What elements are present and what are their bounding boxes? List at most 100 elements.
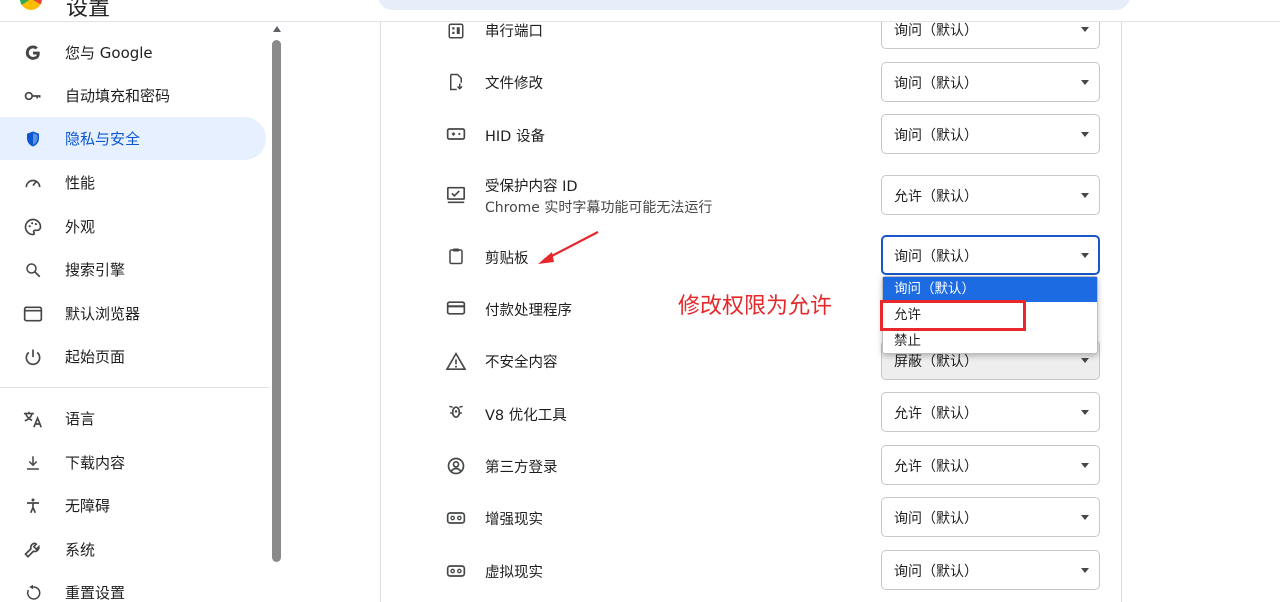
sidebar-item-label: 起始页面 xyxy=(65,348,126,366)
protected-content-icon xyxy=(445,184,467,206)
sidebar-item-performance[interactable]: 性能 xyxy=(0,161,266,204)
sidebar-item-search-engine[interactable]: 搜索引擎 xyxy=(0,248,266,291)
v8-icon xyxy=(445,402,467,424)
sidebar-item-label: 自动填充和密码 xyxy=(65,87,171,105)
translate-icon xyxy=(22,408,44,430)
sidebar-divider xyxy=(0,387,270,388)
gauge-icon xyxy=(22,172,44,194)
permission-label: 文件修改 xyxy=(485,76,543,92)
select-value: 询问（默认） xyxy=(894,511,978,527)
permission-label: 付款处理程序 xyxy=(485,303,572,319)
chevron-down-icon xyxy=(1081,410,1089,415)
permission-label: HID 设备 xyxy=(485,129,545,145)
page-title: 设置 xyxy=(66,0,111,21)
sidebar-item-label: 外观 xyxy=(65,218,96,236)
sidebar-item-downloads[interactable]: 下载内容 xyxy=(0,441,266,484)
permission-label: 虚拟现实 xyxy=(485,565,543,581)
key-icon xyxy=(22,85,44,107)
select-value: 询问（默认） xyxy=(894,76,978,92)
sidebar-item-default-browser[interactable]: 默认浏览器 xyxy=(0,292,266,335)
google-g-icon xyxy=(22,42,44,64)
protected-content-select[interactable]: 允许（默认） xyxy=(881,175,1100,215)
scroll-up-arrow[interactable] xyxy=(273,26,281,32)
chevron-down-icon xyxy=(1081,463,1089,468)
select-value: 允许（默认） xyxy=(894,189,978,205)
download-icon xyxy=(22,452,44,474)
permission-label: 受保护内容 ID xyxy=(485,179,578,195)
sidebar-item-label: 您与 Google xyxy=(65,44,153,62)
sidebar-item-languages[interactable]: 语言 xyxy=(0,397,266,440)
annotation-highlight-box xyxy=(880,300,1026,331)
sidebar-item-system[interactable]: 系统 xyxy=(0,528,266,571)
sidebar-item-autofill[interactable]: 自动填充和密码 xyxy=(0,74,266,117)
settings-search-input[interactable] xyxy=(378,0,1130,10)
chevron-down-icon xyxy=(1081,132,1089,137)
permission-sublabel: Chrome 实时字幕功能可能无法运行 xyxy=(485,200,713,216)
top-bar: 设置 xyxy=(0,0,1280,22)
permission-label: 增强现实 xyxy=(485,512,543,528)
chevron-down-icon xyxy=(1081,27,1089,32)
chevron-down-icon xyxy=(1081,253,1089,258)
select-value: 允许（默认） xyxy=(894,406,978,422)
sidebar-item-label: 无障碍 xyxy=(65,497,111,515)
hid-device-icon xyxy=(445,123,467,145)
sidebar-item-label: 系统 xyxy=(65,541,96,559)
annotation-arrow-icon xyxy=(538,231,599,264)
credit-card-icon xyxy=(445,297,467,319)
select-value: 询问（默认） xyxy=(894,249,978,265)
hid-devices-select[interactable]: 询问（默认） xyxy=(881,114,1100,154)
file-edit-icon xyxy=(445,71,467,93)
clipboard-icon xyxy=(445,245,467,267)
annotation-text: 修改权限为允许 xyxy=(678,294,833,319)
third-party-sign-in-select[interactable]: 允许（默认） xyxy=(881,445,1100,485)
accessibility-icon xyxy=(22,495,44,517)
reset-icon xyxy=(22,582,44,602)
settings-logo-icon xyxy=(20,0,42,10)
wrench-icon xyxy=(22,539,44,561)
permission-label: 第三方登录 xyxy=(485,460,558,476)
sidebar-item-accessibility[interactable]: 无障碍 xyxy=(0,484,266,527)
browser-window-icon xyxy=(22,303,44,325)
sidebar-item-label: 下载内容 xyxy=(65,454,126,472)
sidebar-item-label: 默认浏览器 xyxy=(65,305,141,323)
chevron-down-icon xyxy=(1081,193,1089,198)
select-value: 询问（默认） xyxy=(894,23,978,39)
chevron-down-icon xyxy=(1081,515,1089,520)
sidebar-item-appearance[interactable]: 外观 xyxy=(0,205,266,248)
ar-icon xyxy=(445,507,467,529)
power-icon xyxy=(22,346,44,368)
select-value: 屏蔽（默认） xyxy=(894,354,978,370)
sidebar-item-privacy[interactable]: 隐私与安全 xyxy=(0,117,266,160)
vr-icon xyxy=(445,560,467,582)
sidebar-item-reset[interactable]: 重置设置 xyxy=(0,571,266,602)
serial-port-icon xyxy=(445,20,467,42)
dropdown-option-block[interactable]: 禁止 xyxy=(883,329,1097,354)
sidebar-item-label: 隐私与安全 xyxy=(65,130,141,148)
permission-label: 串行端口 xyxy=(485,24,543,40)
sidebar-item-label: 语言 xyxy=(65,410,96,428)
warning-icon xyxy=(445,350,467,372)
sidebar-item-label: 性能 xyxy=(65,174,96,192)
file-editing-select[interactable]: 询问（默认） xyxy=(881,62,1100,102)
permission-label: 剪贴板 xyxy=(485,251,529,267)
sidebar-item-you-and-google[interactable]: 您与 Google xyxy=(0,31,266,74)
shield-icon xyxy=(22,128,44,150)
sidebar-item-label: 重置设置 xyxy=(65,584,126,602)
select-value: 询问（默认） xyxy=(894,128,978,144)
sidebar-scrollbar[interactable] xyxy=(272,40,281,562)
clipboard-select[interactable]: 询问（默认） xyxy=(881,235,1100,275)
v8-optimizer-select[interactable]: 允许（默认） xyxy=(881,392,1100,432)
sidebar-item-label: 搜索引擎 xyxy=(65,261,126,279)
permission-label: V8 优化工具 xyxy=(485,408,567,424)
select-value: 询问（默认） xyxy=(894,564,978,580)
chevron-down-icon xyxy=(1081,80,1089,85)
dropdown-option-ask[interactable]: 询问（默认） xyxy=(883,277,1097,302)
virtual-reality-select[interactable]: 询问（默认） xyxy=(881,550,1100,590)
augmented-reality-select[interactable]: 询问（默认） xyxy=(881,497,1100,537)
account-circle-icon xyxy=(445,455,467,477)
select-value: 允许（默认） xyxy=(894,459,978,475)
sidebar-item-on-startup[interactable]: 起始页面 xyxy=(0,335,266,378)
chevron-down-icon xyxy=(1081,568,1089,573)
chevron-down-icon xyxy=(1081,358,1089,363)
palette-icon xyxy=(22,216,44,238)
